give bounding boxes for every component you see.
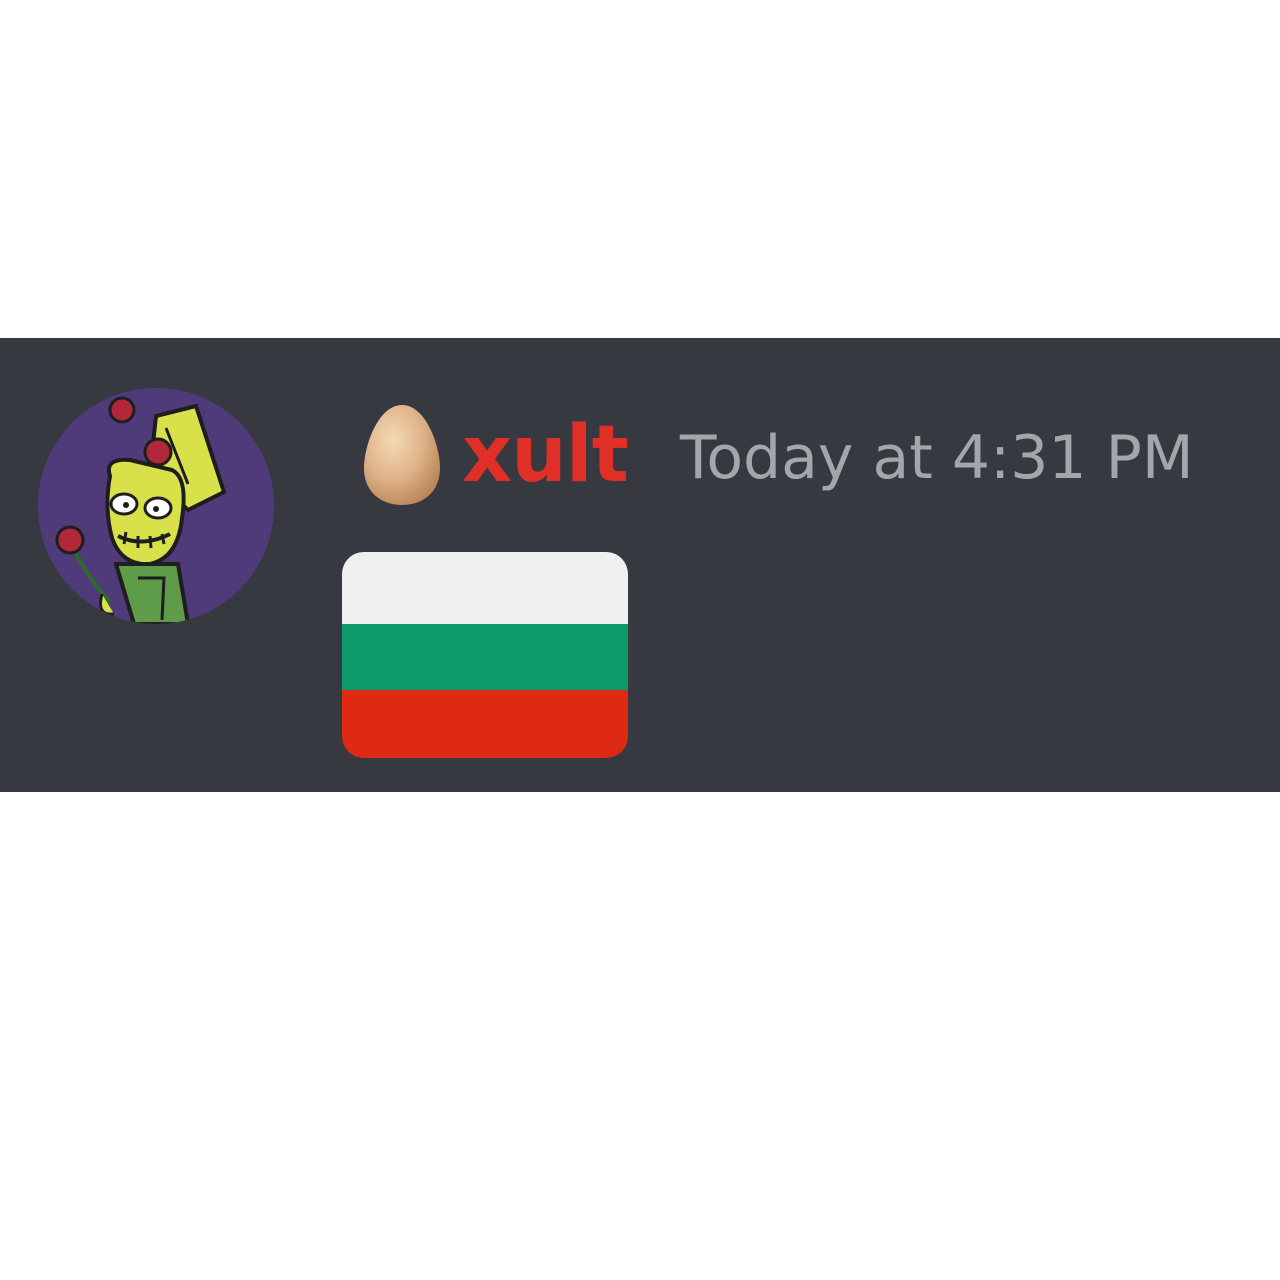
message-header: xult Today at 4:31 PM	[362, 400, 1194, 510]
author-username[interactable]: xult	[462, 416, 629, 494]
chat-message: xult Today at 4:31 PM	[0, 338, 1280, 792]
message-timestamp[interactable]: Today at 4:31 PM	[680, 428, 1194, 488]
egg-icon	[364, 405, 440, 505]
user-avatar[interactable]	[38, 388, 274, 624]
cartoon-character-avatar-icon	[38, 388, 274, 624]
flag-bulgaria-emoji-icon[interactable]	[342, 552, 628, 758]
